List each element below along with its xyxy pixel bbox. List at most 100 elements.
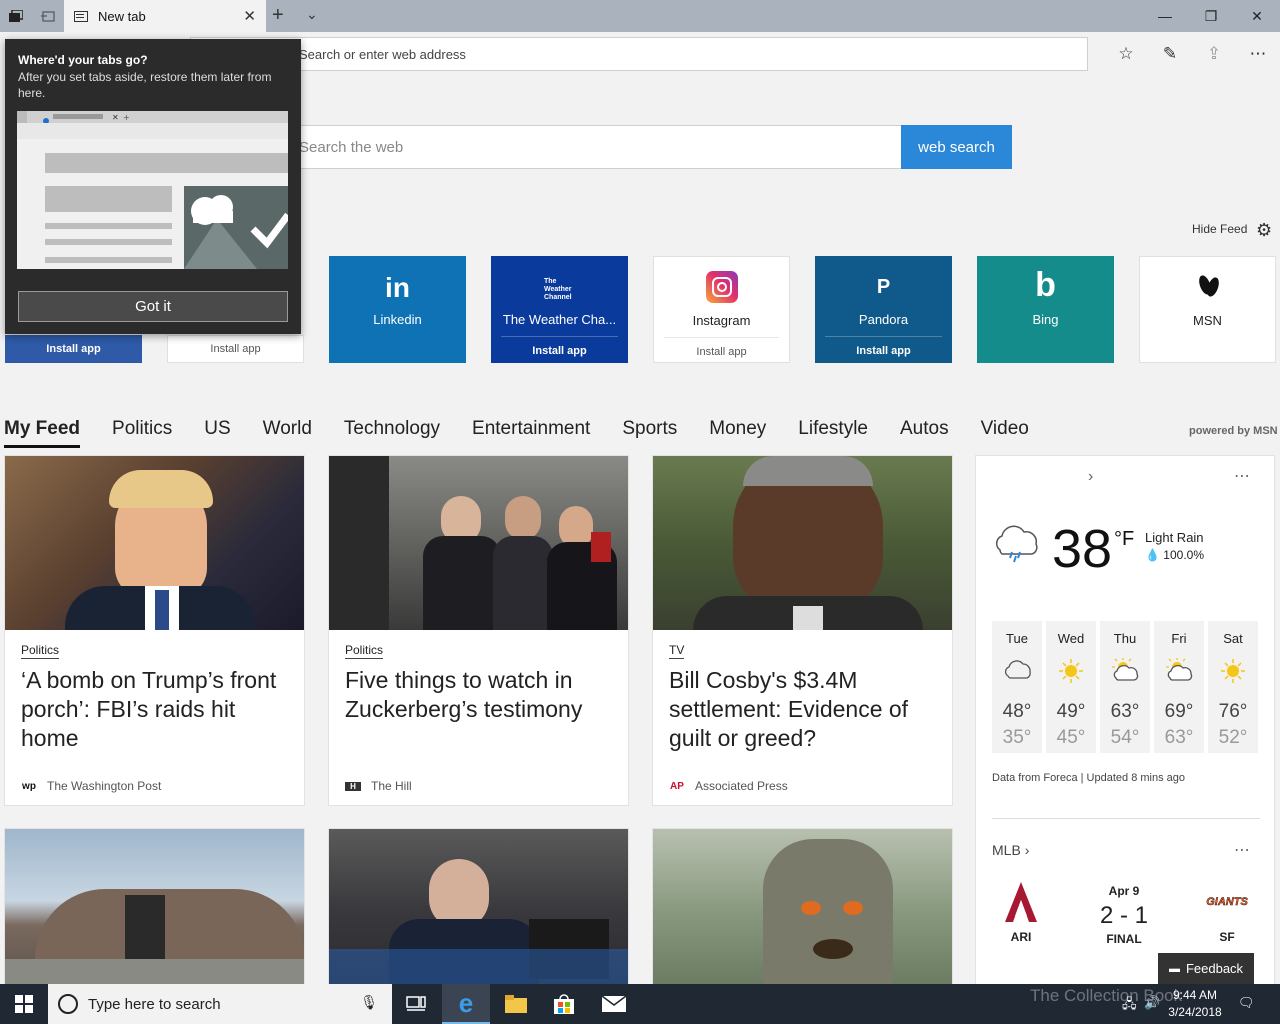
news-category[interactable]: TV bbox=[669, 643, 685, 659]
news-headline[interactable]: Bill Cosby's $3.4M settlement: Evidence … bbox=[669, 666, 944, 753]
mail-icon[interactable] bbox=[590, 984, 638, 1024]
install-app-button[interactable]: Install app bbox=[501, 336, 618, 363]
mlb-more-icon[interactable]: ⋯ bbox=[1234, 840, 1251, 860]
tab-new-tab[interactable]: New tab ✕ bbox=[64, 0, 266, 32]
forecast-low: 52° bbox=[1218, 727, 1248, 748]
news-category[interactable]: Politics bbox=[345, 643, 384, 659]
news-headline[interactable]: ‘A bomb on Trump’s front porch’: FBI’s r… bbox=[21, 666, 296, 753]
news-source-name: Associated Press bbox=[695, 779, 788, 793]
tile-partial-1-install[interactable]: Install app bbox=[5, 335, 142, 363]
install-app-button[interactable]: Install app bbox=[664, 337, 779, 364]
feed-tab-sports[interactable]: Sports bbox=[622, 418, 677, 448]
tabs-aside-popup: Where'd your tabs go? After you set tabs… bbox=[5, 39, 301, 334]
feed-tab-lifestyle[interactable]: Lifestyle bbox=[798, 418, 868, 448]
cloud-icon bbox=[1003, 658, 1033, 685]
tile-partial-2-install[interactable]: Install app bbox=[167, 335, 304, 363]
feed-tab-autos[interactable]: Autos bbox=[900, 418, 949, 448]
forecast-low: 45° bbox=[1056, 727, 1086, 748]
tile-weather-channel[interactable]: The Weather Channel The Weather Cha... I… bbox=[491, 256, 628, 363]
temperature-unit[interactable]: °F bbox=[1114, 528, 1134, 551]
close-tab-icon[interactable]: ✕ bbox=[243, 7, 256, 25]
home-team[interactable]: GIANTS SF bbox=[1202, 880, 1252, 944]
tabs-aside-icon[interactable] bbox=[0, 0, 32, 32]
file-explorer-icon[interactable] bbox=[492, 984, 540, 1024]
news-card[interactable]: Politics ‘A bomb on Trump’s front porch’… bbox=[4, 455, 305, 806]
forecast-low: 54° bbox=[1110, 727, 1140, 748]
news-source-name: The Hill bbox=[371, 779, 412, 793]
news-source[interactable]: AP Associated Press bbox=[669, 779, 788, 793]
share-icon[interactable]: ⇪ bbox=[1200, 40, 1228, 68]
restore-button[interactable]: ❐ bbox=[1188, 0, 1234, 32]
feed-tab-world[interactable]: World bbox=[263, 418, 312, 448]
feed-tab-video[interactable]: Video bbox=[981, 418, 1029, 448]
install-app-button[interactable]: Install app bbox=[825, 336, 942, 363]
tile-bing[interactable]: b Bing bbox=[977, 256, 1114, 363]
weather-more-icon[interactable]: ⋯ bbox=[1234, 466, 1251, 486]
feedback-button[interactable]: ▬ Feedback bbox=[1158, 953, 1254, 984]
game-status: FINAL bbox=[1106, 932, 1142, 946]
feed-tab-my-feed[interactable]: My Feed bbox=[4, 418, 81, 448]
taskbar-search-box[interactable]: Type here to search 🎙 bbox=[48, 984, 392, 1024]
news-category[interactable]: Politics bbox=[21, 643, 60, 659]
start-button[interactable] bbox=[0, 984, 48, 1024]
got-it-button[interactable]: Got it bbox=[18, 291, 288, 322]
tile-name: The Weather Cha... bbox=[502, 312, 617, 327]
forecast-day[interactable]: Fri 69° 63° bbox=[1154, 621, 1204, 753]
forecast-day[interactable]: Wed 49° 45° bbox=[1046, 621, 1096, 753]
news-card[interactable] bbox=[328, 828, 629, 988]
tile-name: MSN bbox=[1193, 313, 1222, 328]
news-card[interactable] bbox=[4, 828, 305, 988]
more-menu-icon[interactable]: ⋯ bbox=[1244, 40, 1272, 68]
chevron-right-icon[interactable]: › bbox=[1088, 468, 1093, 486]
feed-tab-us[interactable]: US bbox=[204, 418, 230, 448]
cortana-icon bbox=[58, 994, 78, 1014]
feed-tab-money[interactable]: Money bbox=[709, 418, 766, 448]
windows-logo-icon bbox=[15, 995, 33, 1013]
restore-tabs-icon[interactable] bbox=[32, 0, 64, 32]
feed-tab-politics[interactable]: Politics bbox=[112, 418, 172, 448]
favorites-icon[interactable]: ☆ bbox=[1112, 40, 1140, 68]
watermark: The Collection Book bbox=[1030, 986, 1183, 1005]
tile-msn[interactable]: MSN bbox=[1139, 256, 1276, 363]
tile-instagram[interactable]: Instagram Install app bbox=[653, 256, 790, 363]
tile-name: Bing bbox=[1032, 312, 1059, 327]
powered-by-msn: powered by MSN bbox=[1189, 425, 1278, 437]
address-bar[interactable]: Search or enter web address bbox=[190, 37, 1088, 71]
gear-icon[interactable]: ⚙ bbox=[1256, 220, 1272, 241]
tab-preview-chevron-icon[interactable]: ⌄ bbox=[306, 6, 318, 23]
msn-butterfly-icon bbox=[1196, 271, 1222, 306]
forecast: Tue 48° 35° Wed 49° 45° Thu 63° 54° Fri … bbox=[992, 621, 1262, 753]
forecast-day[interactable]: Tue 48° 35° bbox=[992, 621, 1042, 753]
news-source[interactable]: H The Hill bbox=[345, 779, 412, 793]
weather-source[interactable]: Data from Foreca | Updated 8 mins ago bbox=[992, 772, 1185, 784]
news-card[interactable] bbox=[652, 828, 953, 988]
mlb-header[interactable]: MLB › bbox=[992, 842, 1029, 858]
feed-tab-entertainment[interactable]: Entertainment bbox=[472, 418, 590, 448]
minimize-button[interactable]: — bbox=[1142, 0, 1188, 32]
web-note-pen-icon[interactable]: ✎ bbox=[1156, 40, 1184, 68]
tile-name: Pandora bbox=[858, 312, 909, 327]
tile-linkedin[interactable]: in Linkedin bbox=[329, 256, 466, 363]
feed-tab-technology[interactable]: Technology bbox=[344, 418, 440, 448]
microphone-icon[interactable]: 🎙 bbox=[360, 994, 378, 1011]
instagram-icon bbox=[706, 271, 738, 303]
task-view-icon[interactable] bbox=[392, 984, 440, 1024]
close-window-button[interactable]: ✕ bbox=[1234, 0, 1280, 32]
news-card[interactable]: Politics Five things to watch in Zuckerb… bbox=[328, 455, 629, 806]
news-headline[interactable]: Five things to watch in Zuckerberg’s tes… bbox=[345, 666, 620, 724]
edge-icon[interactable]: e bbox=[442, 984, 490, 1024]
away-team[interactable]: ARI bbox=[996, 880, 1046, 944]
associated-press-logo-icon: AP bbox=[670, 780, 684, 792]
store-icon[interactable] bbox=[540, 984, 588, 1024]
tile-pandora[interactable]: P Pandora Install app bbox=[815, 256, 952, 363]
action-center-icon[interactable]: 🗨 bbox=[1238, 995, 1255, 1011]
new-tab-button[interactable]: + bbox=[272, 4, 284, 27]
linkedin-icon: in bbox=[385, 272, 410, 303]
svg-text:+: + bbox=[123, 113, 130, 122]
forecast-day[interactable]: Thu 63° 54° bbox=[1100, 621, 1150, 753]
news-source[interactable]: wp The Washington Post bbox=[21, 779, 161, 793]
hide-feed-link[interactable]: Hide Feed bbox=[1192, 222, 1247, 236]
forecast-day[interactable]: Sat 76° 52° bbox=[1208, 621, 1258, 753]
web-search-button[interactable]: web search bbox=[901, 125, 1012, 169]
news-card[interactable]: TV Bill Cosby's $3.4M settlement: Eviden… bbox=[652, 455, 953, 806]
